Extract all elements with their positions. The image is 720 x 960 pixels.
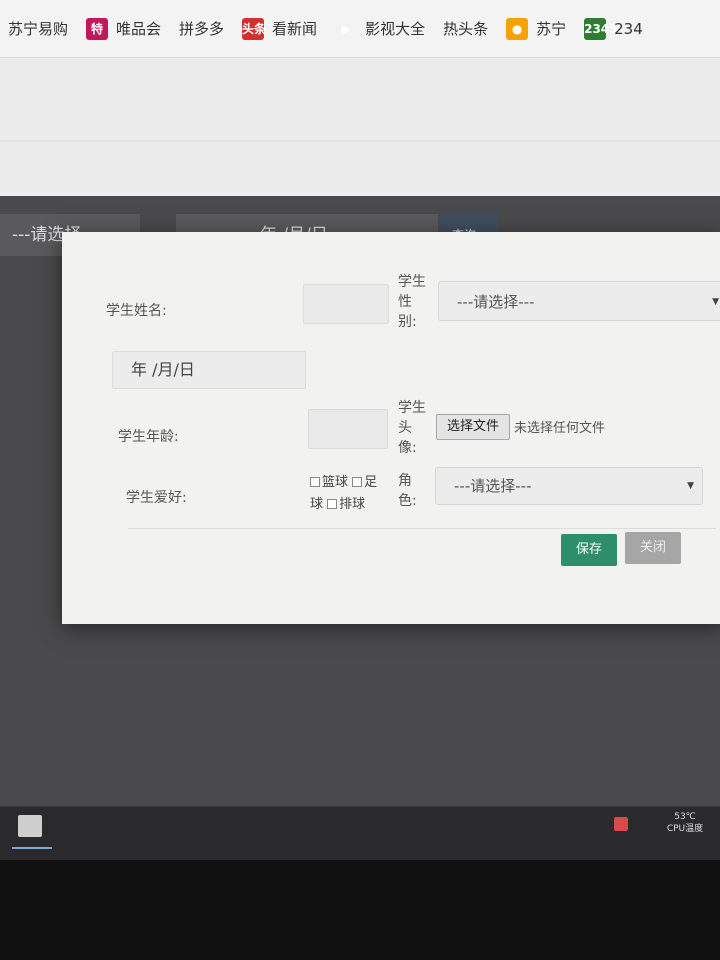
gender-select-value: ---请选择--- [457,293,535,311]
bookmark-label: 234 [614,19,643,38]
gender-label: 学生性别: [398,274,426,330]
dropdown-arrow-icon: ▼ [712,297,719,307]
cpu-temp-label: CPU温度 [666,824,704,834]
bookmark-bar: 苏宁易购 特 唯品会 拼多多 头条 看新闻 ▶ 影视大全 热头条 ● 苏宁 23… [0,0,720,58]
choose-file-button[interactable]: 选择文件 [436,414,510,440]
football-checkbox[interactable] [352,477,363,487]
student-name-input[interactable] [303,284,389,324]
bookmark-2345[interactable]: 2345 234 [584,17,643,40]
bookmark-label: 苏宁易购 [8,20,69,38]
avatar-label: 学生头像: [398,400,426,456]
bookmark-suning[interactable]: ● 苏宁 [506,17,567,40]
gender-select[interactable]: ---请选择--- ▼ [438,281,720,321]
suning-icon: ● [506,17,529,40]
student-form-modal: 学生姓名: 学生性别: ---请选择--- ▼ 年 /月/日 学生年龄: 学生头… [62,232,720,624]
role-label: 角色: [398,473,417,509]
save-button[interactable]: 保存 [561,534,617,566]
news-icon: 头条 [242,17,266,40]
bookmark-label: 看新闻 [272,20,318,38]
active-indicator [12,847,52,849]
bookmark-vip[interactable]: 特 唯品会 [86,17,162,40]
page-header-area [0,58,720,196]
cpu-temp-value: 53℃ [674,812,696,822]
dropdown-arrow-icon: ▼ [687,481,694,491]
hobby-option-label: 排球 [339,497,366,512]
monitor-bezel [0,860,720,960]
hobby-checkbox-group: 篮球 足球 排球 [310,472,390,516]
2345-icon: 2345 [584,17,618,40]
bookmark-news[interactable]: 头条 看新闻 [242,17,318,40]
modal-footer-divider [128,528,716,529]
file-status-text: 未选择任何文件 [514,421,606,436]
play-icon: ▶ [341,21,351,36]
start-button-icon[interactable] [18,815,42,837]
taskbar: 53℃ CPU温度 [0,806,720,860]
bookmark-label: 苏宁 [536,20,567,38]
bookmark-label: 唯品会 [116,20,162,38]
volleyball-checkbox[interactable] [327,499,338,509]
age-label: 学生年龄: [118,429,179,445]
bookmark-video[interactable]: ▶ 影视大全 [335,18,425,40]
bookmark-hot-news[interactable]: 热头条 [443,18,488,39]
tray-app-icon[interactable] [614,817,628,831]
bookmark-label: 影视大全 [365,20,426,38]
bookmark-label: 热头条 [443,20,489,38]
role-select[interactable]: ---请选择--- ▼ [435,467,703,505]
bookmark-label: 拼多多 [179,20,225,38]
hobby-option-label: 篮球 [322,475,349,490]
student-age-input[interactable] [308,409,388,449]
basketball-checkbox[interactable] [310,477,320,487]
bookmark-suning-yigou[interactable]: 苏宁易购 [8,18,68,39]
cpu-temperature: 53℃ CPU温度 [660,811,710,835]
bookmark-pinduoduo[interactable]: 拼多多 [179,18,224,39]
vip-icon: 特 [86,17,109,40]
birth-date-input[interactable]: 年 /月/日 [112,351,306,389]
close-button[interactable]: 关闭 [625,532,681,564]
role-select-value: ---请选择--- [454,477,532,495]
name-label: 学生姓名: [106,303,167,319]
hobby-label: 学生爱好: [126,490,187,506]
divider [0,140,720,142]
